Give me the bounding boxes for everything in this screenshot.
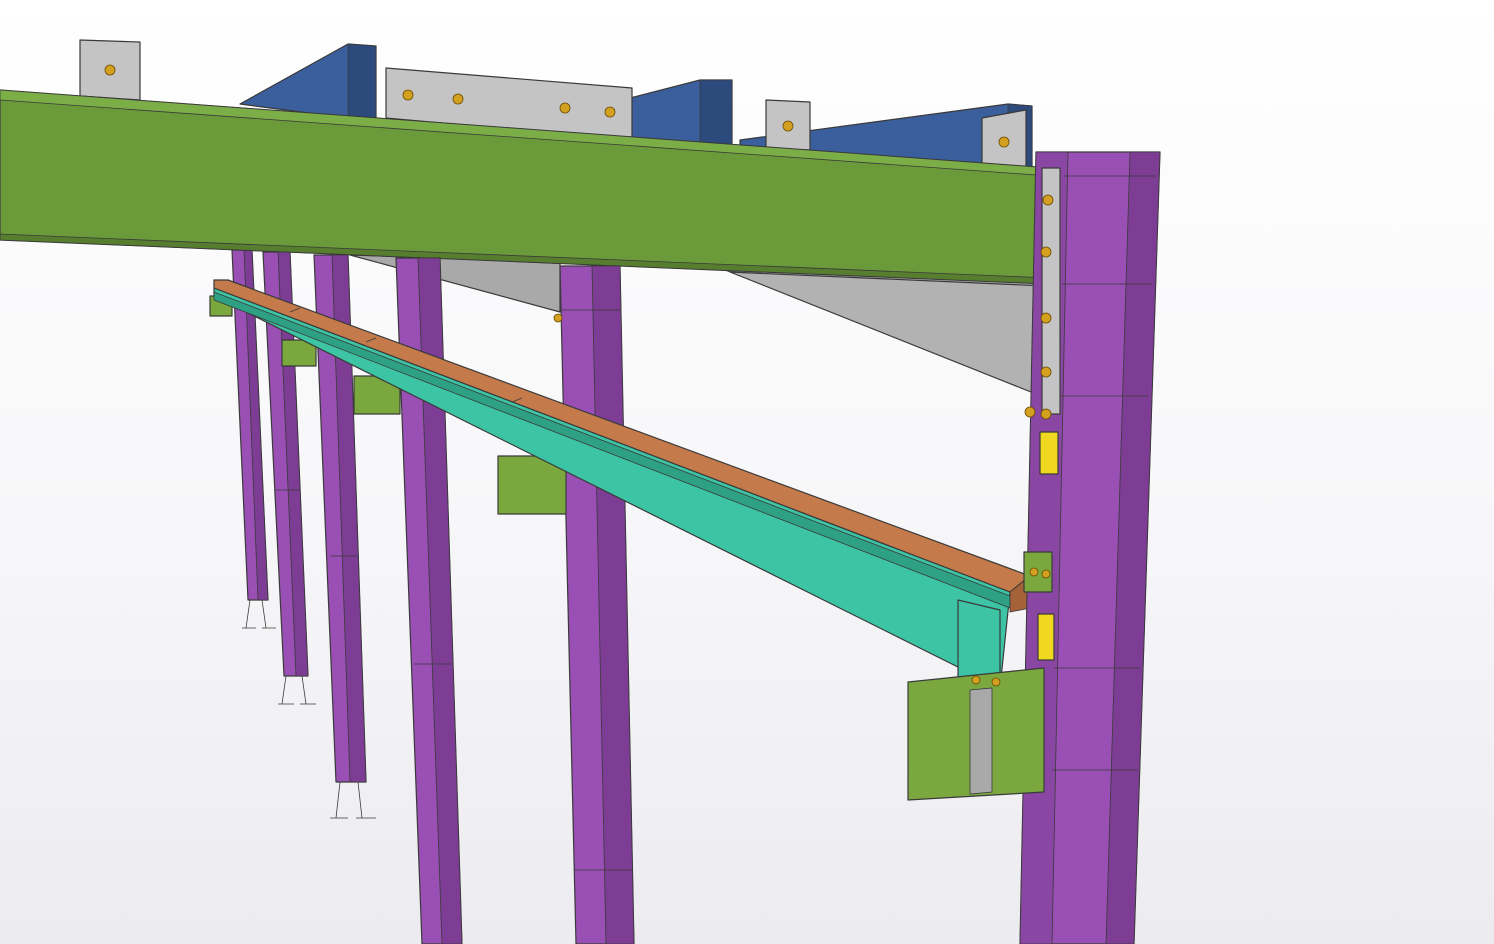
bolt-icon <box>782 120 794 132</box>
bolt-icon <box>604 106 616 118</box>
bolt-icon <box>1024 406 1036 418</box>
bolt-icon <box>1040 366 1052 378</box>
knee-brace-plate-front[interactable] <box>729 271 1047 395</box>
top-plate-4[interactable] <box>981 109 1027 169</box>
runway-end-bracket[interactable] <box>907 667 1045 801</box>
bolt-icon <box>991 677 1001 687</box>
column-mid-2[interactable] <box>553 265 635 944</box>
top-plate-1[interactable] <box>79 39 141 101</box>
steel-structure-3d-view[interactable] <box>0 0 1494 944</box>
bolt-icon <box>559 102 571 114</box>
knee-brace-plate-mid[interactable] <box>349 254 561 313</box>
bolt-icon <box>1040 312 1052 324</box>
bolt-icon <box>1029 567 1039 577</box>
anchor-icon <box>278 675 316 705</box>
shim-plate-lower[interactable] <box>1037 613 1055 661</box>
anchor-icon <box>330 781 376 819</box>
bolt-icon <box>452 93 464 105</box>
bolt-icon <box>1040 408 1052 420</box>
bolt-icon <box>402 89 414 101</box>
roof-beam-1[interactable] <box>239 43 377 119</box>
shim-plate-upper[interactable] <box>1039 431 1059 475</box>
bolt-icon <box>553 313 563 323</box>
column-front[interactable] <box>1019 151 1161 944</box>
runway-seat-bracket[interactable] <box>1023 551 1053 593</box>
anchor-icon <box>242 599 276 629</box>
bolt-icon <box>998 136 1010 148</box>
bolt-icon <box>1041 569 1051 579</box>
bolt-icon <box>1042 194 1054 206</box>
bolt-icon <box>104 64 116 76</box>
top-plate-3[interactable] <box>765 99 811 151</box>
model-viewport[interactable] <box>0 0 1494 944</box>
bolt-icon <box>971 675 981 685</box>
bolt-icon <box>1040 246 1052 258</box>
